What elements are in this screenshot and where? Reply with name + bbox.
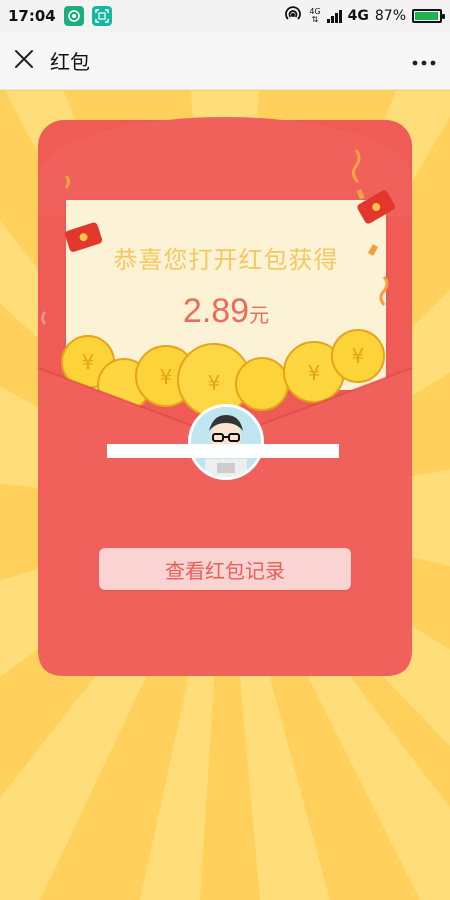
view-records-button[interactable]: 查看红包记录 (99, 548, 351, 590)
avatar-illustration (191, 407, 261, 477)
username-strip (107, 444, 339, 458)
avatar (188, 404, 264, 480)
svg-text:¥: ¥ (208, 371, 221, 395)
svg-text:¥: ¥ (352, 344, 365, 368)
mini-red-packet-icon (65, 222, 103, 252)
svg-text:¥: ¥ (82, 350, 95, 374)
svg-text:¥: ¥ (160, 365, 173, 389)
svg-text:¥: ¥ (308, 361, 321, 385)
